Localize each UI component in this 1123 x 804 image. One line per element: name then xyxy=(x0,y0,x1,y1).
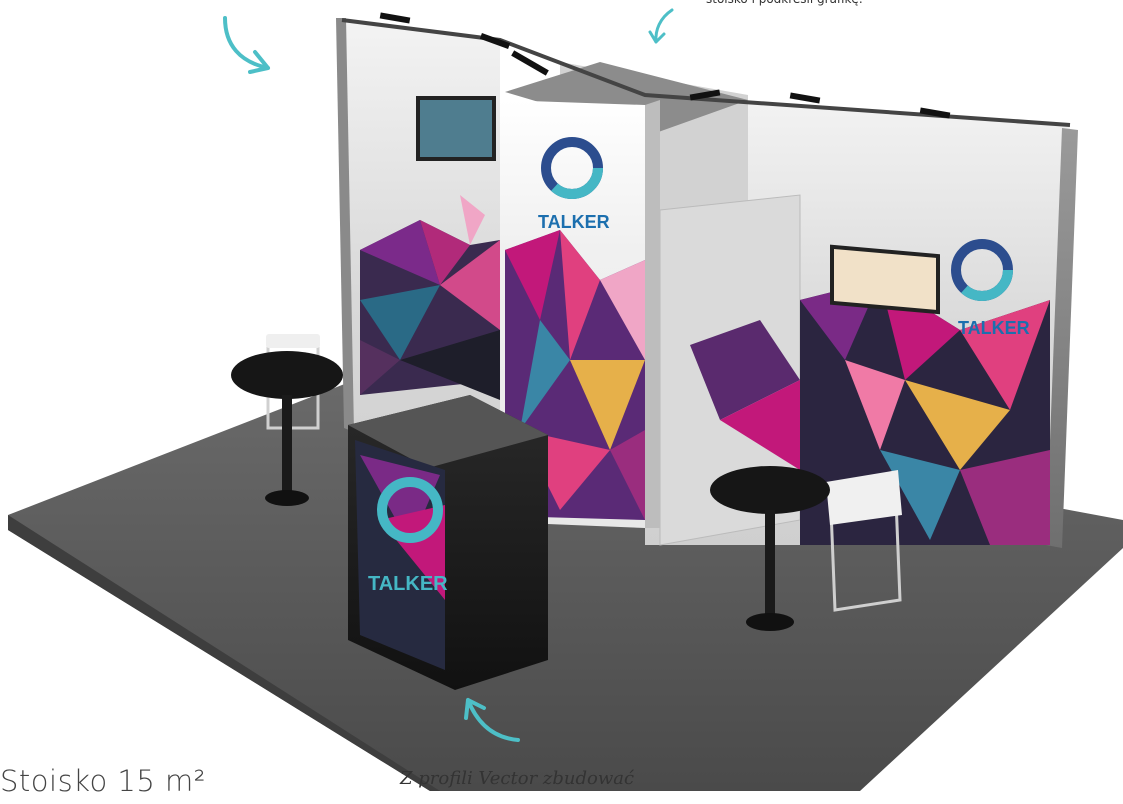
svg-text:TALKER: TALKER xyxy=(538,212,610,232)
booth-scene: TALKER TALKER TALKER xyxy=(8,8,1123,791)
left-screen-image xyxy=(420,100,492,157)
svg-text:TALKER: TALKER xyxy=(368,573,448,595)
right-screen-image xyxy=(834,248,936,310)
booth-size-title: Stoisko 15 m² xyxy=(0,764,206,798)
svg-text:TALKER: TALKER xyxy=(958,318,1030,338)
reception-counter: TALKER xyxy=(348,395,548,690)
arrow-top-center-icon xyxy=(648,8,674,44)
bottom-note-caption: Z profili Vector zbudować xyxy=(400,768,635,789)
top-note-caption: stoisko i podkreśli grafikę. xyxy=(706,0,1036,8)
arrow-top-left-icon xyxy=(223,16,270,74)
tower-side xyxy=(645,100,660,528)
